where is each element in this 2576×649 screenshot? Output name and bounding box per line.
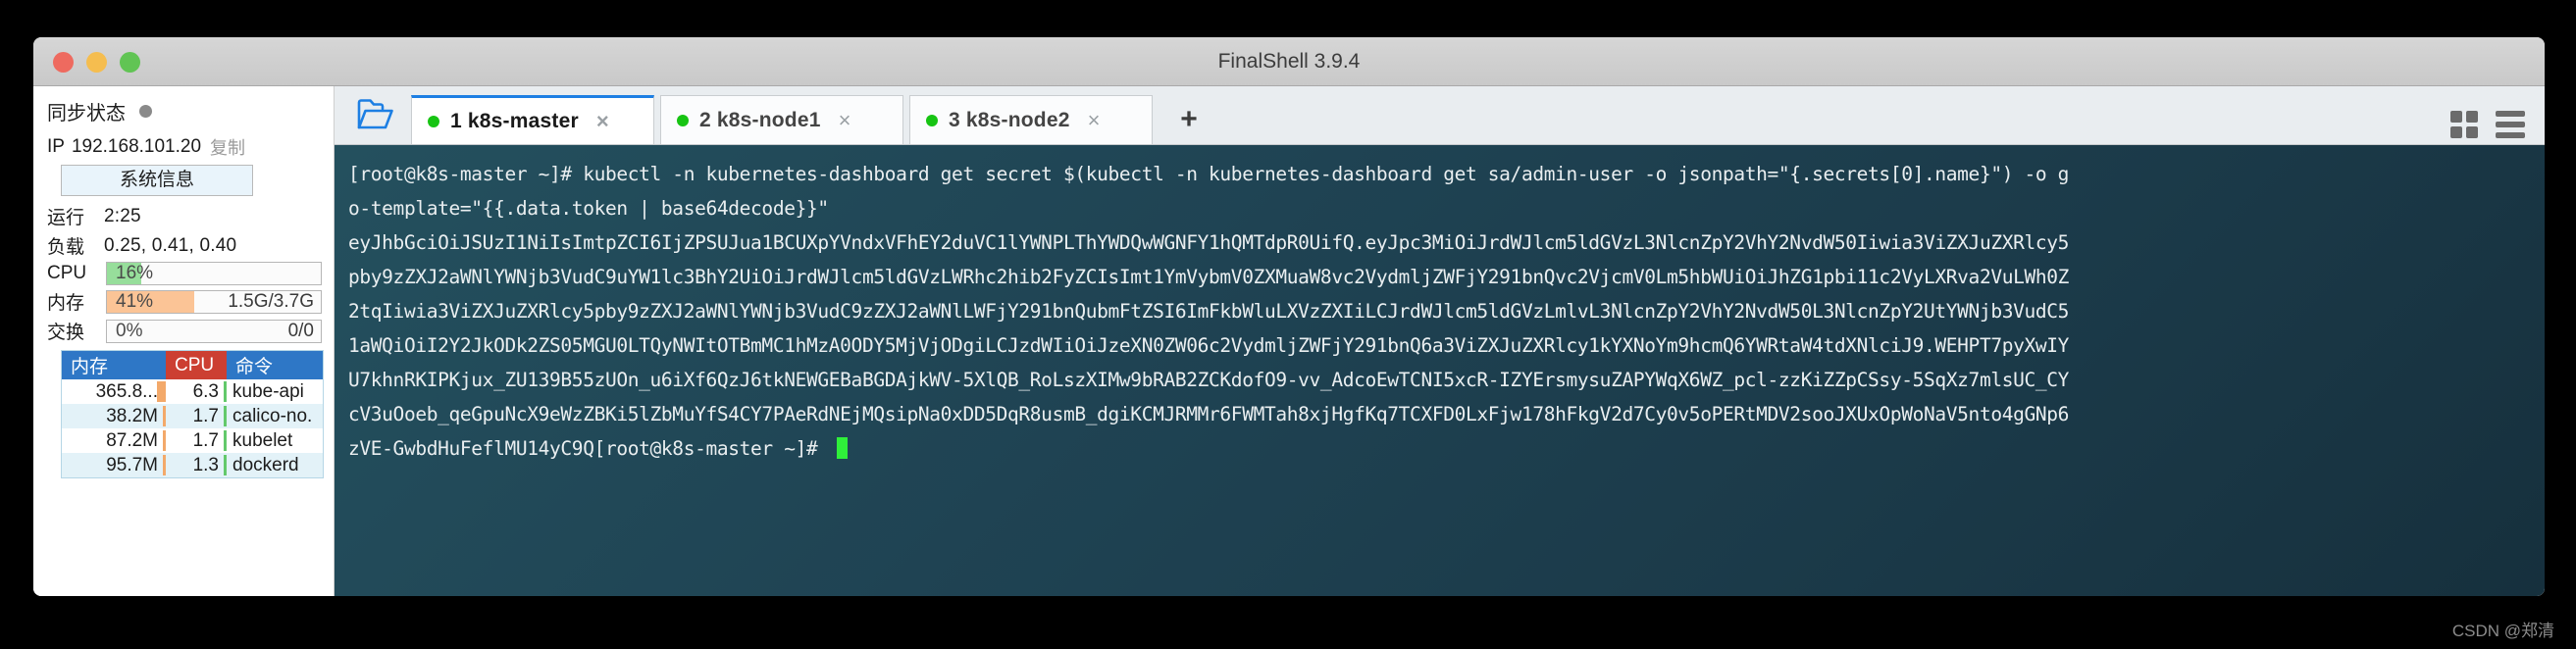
tab-bar-tools — [2437, 111, 2539, 138]
finalshell-window: FinalShell 3.9.4 同步状态 IP 192.168.101.20 … — [33, 37, 2545, 596]
terminal-line: U7khnRKIPKjux_ZU139B55zUOn_u6iXf6QzJ6tkN… — [348, 369, 2070, 391]
cpu-percent-value: 16% — [116, 263, 154, 283]
swap-label: 交换 — [47, 323, 85, 343]
system-info-sidebar: 同步状态 IP 192.168.101.20 复制 系统信息 运行 2:25 负… — [33, 86, 335, 596]
connection-status-icon — [677, 114, 689, 126]
sync-status-row: 同步状态 — [47, 97, 322, 125]
terminal-line: 1aWQiOiI2Y2JkODk2ZS05MGU0LTQyNWItOTBmMC1… — [348, 334, 2070, 357]
watermark-text: CSDN @郑清 — [2451, 622, 2554, 640]
swap-percent-value: 0% — [116, 320, 143, 341]
process-memory-cell: 38.2M — [62, 404, 166, 428]
column-header-command[interactable]: 命令 — [227, 351, 323, 379]
title-bar: FinalShell 3.9.4 — [33, 37, 2545, 86]
terminal-line: eyJhbGciOiJSUzI1NiIsImtpZCI6IjZPSUJua1BC… — [348, 231, 2070, 254]
terminal-output[interactable]: [root@k8s-master ~]# kubectl -n kubernet… — [335, 145, 2545, 596]
process-cpu-cell: 6.3 — [166, 379, 227, 404]
memory-bar-indicator — [157, 381, 166, 402]
swap-meter: 0% 0/0 — [106, 319, 322, 343]
memory-meter: 41% 1.5G/3.7G — [106, 289, 322, 314]
ip-value: 192.168.101.20 — [71, 136, 202, 157]
tab-2-k8s-node1[interactable]: 2 k8s-node1 × — [660, 95, 903, 144]
swap-detail-value: 0/0 — [287, 320, 314, 341]
window-body: 同步状态 IP 192.168.101.20 复制 系统信息 运行 2:25 负… — [33, 86, 2545, 596]
memory-percent-value: 41% — [116, 290, 154, 312]
terminal-line: cV3uOoeb_qeGpuNcX9eWzZBKi5lZbMuYfS4CY7PA… — [348, 403, 2070, 425]
uptime-value: 2:25 — [104, 205, 141, 226]
tab-label: 1 k8s-master — [450, 109, 579, 132]
terminal-line: o-template="{{.data.token | base64decode… — [348, 197, 829, 220]
ip-label: IP — [47, 136, 65, 157]
process-cpu-cell: 1.7 — [166, 404, 227, 428]
connection-status-icon — [926, 114, 938, 126]
process-cpu-cell: 1.3 — [166, 453, 227, 477]
terminal-line: pby9zZXJ2aWNlYWNjb3VudC9uYW1lc3BhY2UiOiJ… — [348, 266, 2070, 288]
tab-label: 3 k8s-node2 — [949, 108, 1070, 131]
list-view-icon[interactable] — [2496, 111, 2525, 138]
new-tab-button[interactable]: + — [1166, 95, 1211, 144]
system-info-button[interactable]: 系统信息 — [61, 165, 253, 196]
close-tab-icon[interactable]: × — [1088, 109, 1101, 131]
tabs-container: 1 k8s-master × 2 k8s-node1 × 3 k8s-node2 × — [411, 95, 1159, 144]
memory-usage-row: 内存 41% 1.5G/3.7G — [47, 288, 322, 315]
process-table-body: 365.8... 6.3 kube-api 38.2M 1.7 calico-no. 87.… — [62, 379, 323, 477]
uptime-row: 运行 2:25 — [47, 203, 322, 229]
process-memory-cell: 87.2M — [62, 428, 166, 453]
window-title: FinalShell 3.9.4 — [1217, 50, 1361, 73]
process-table: 内存 CPU 命令 365.8... 6.3 kube-api 38.2M 1.7 cal… — [61, 350, 324, 478]
process-memory-cell: 95.7M — [62, 453, 166, 477]
terminal-pane: 1 k8s-master × 2 k8s-node1 × 3 k8s-node2 × + … — [335, 86, 2545, 596]
load-value: 0.25, 0.41, 0.40 — [104, 234, 237, 256]
grid-view-icon[interactable] — [2450, 111, 2478, 138]
cpu-label: CPU — [47, 263, 87, 283]
table-row[interactable]: 87.2M 1.7 kubelet — [62, 428, 323, 453]
process-command-cell: kube-api — [232, 380, 304, 402]
cpu-meter: 16% — [106, 262, 322, 285]
terminal-line: zVE-GwbdHuFeflMU14yC9Q[root@k8s-master ~… — [348, 431, 2531, 466]
column-header-cpu[interactable]: CPU — [166, 351, 227, 379]
process-command-cell: calico-no. — [232, 405, 313, 426]
column-header-memory[interactable]: 内存 — [62, 351, 166, 379]
sync-status-indicator-icon — [139, 105, 152, 118]
tab-bar: 1 k8s-master × 2 k8s-node1 × 3 k8s-node2 × + — [335, 86, 2545, 145]
tab-1-k8s-master[interactable]: 1 k8s-master × — [411, 95, 654, 144]
copy-ip-button[interactable]: 复制 — [210, 134, 245, 160]
memory-label: 内存 — [47, 293, 85, 314]
uptime-label: 运行 — [47, 208, 85, 228]
memory-detail-value: 1.5G/3.7G — [228, 290, 314, 312]
process-cpu-cell: 1.7 — [166, 428, 227, 453]
folder-open-icon[interactable] — [348, 87, 403, 142]
process-memory-cell: 365.8... — [62, 379, 166, 404]
table-row[interactable]: 95.7M 1.3 dockerd — [62, 453, 323, 477]
close-tab-icon[interactable]: × — [839, 109, 851, 131]
terminal-line: 2tqIiwia3ViZXJuZXRlcy5pby9zZXJ2aWNlYWNjb… — [348, 300, 2070, 323]
ip-address-row: IP 192.168.101.20 复制 — [47, 134, 322, 160]
tab-label: 2 k8s-node1 — [699, 108, 821, 131]
terminal-line: [root@k8s-master ~]# kubectl -n kubernet… — [348, 163, 2070, 185]
load-label: 负载 — [47, 237, 85, 258]
table-row[interactable]: 38.2M 1.7 calico-no. — [62, 404, 323, 428]
table-row[interactable]: 365.8... 6.3 kube-api — [62, 379, 323, 404]
connection-status-icon — [428, 115, 439, 127]
terminal-cursor — [836, 437, 848, 459]
sync-status-label: 同步状态 — [47, 103, 126, 125]
close-tab-icon[interactable]: × — [596, 110, 609, 132]
process-command-cell: dockerd — [232, 454, 299, 475]
cpu-usage-row: CPU 16% — [47, 262, 322, 285]
load-average-row: 负载 0.25, 0.41, 0.40 — [47, 232, 322, 259]
process-table-header: 内存 CPU 命令 — [62, 351, 323, 379]
swap-usage-row: 交换 0% 0/0 — [47, 318, 322, 344]
process-command-cell: kubelet — [232, 429, 293, 451]
tab-3-k8s-node2[interactable]: 3 k8s-node2 × — [909, 95, 1153, 144]
